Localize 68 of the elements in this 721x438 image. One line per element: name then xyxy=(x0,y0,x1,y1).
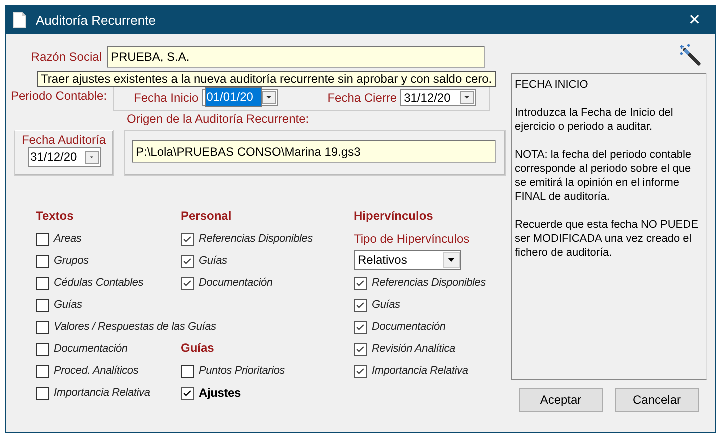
checkbox-label: Documentación xyxy=(372,321,446,333)
checkbox-label: Ajustes xyxy=(199,386,241,400)
field-label: Razón Social xyxy=(30,50,103,64)
checkbox[interactable] xyxy=(181,386,194,400)
checkbox[interactable] xyxy=(36,254,49,268)
checkbox[interactable] xyxy=(354,298,367,312)
field-label: Origen de la Auditoría Recurrente: xyxy=(126,112,310,128)
checkbox[interactable] xyxy=(36,342,49,356)
document-icon xyxy=(13,12,26,28)
checkbox-label: Guías xyxy=(199,255,228,267)
checkbox-label: Referencias Disponibles xyxy=(199,233,314,245)
checkbox[interactable] xyxy=(181,254,194,268)
checkbox-label: Importancia Relativa xyxy=(372,365,468,377)
dropdown-icon xyxy=(460,91,474,104)
checkbox[interactable] xyxy=(36,386,49,400)
checkbox-label: Proced. Analíticos xyxy=(54,365,139,377)
checkbox-label: Areas xyxy=(54,233,82,245)
checkbox[interactable] xyxy=(36,232,49,246)
checkbox-label: Revisión Analítica xyxy=(372,343,456,355)
checkbox[interactable] xyxy=(181,232,194,246)
checkbox[interactable] xyxy=(36,320,49,334)
checkbox-label: Documentación xyxy=(199,277,273,289)
date-field[interactable]: 31/12/20 xyxy=(28,147,100,167)
field-label: Fecha Cierre xyxy=(328,90,398,104)
checkbox-label: Referencias Disponibles xyxy=(372,277,486,289)
help-text: Introduzca la Fecha de Inicio del ejercicio o periodo a auditar. xyxy=(515,106,674,134)
field-label: Tipo de Hipervínculos xyxy=(354,231,471,248)
checkbox[interactable] xyxy=(36,298,49,312)
checkbox[interactable] xyxy=(36,276,49,290)
dropdown-icon xyxy=(262,91,276,104)
checkbox-label: Puntos Prioritarios xyxy=(199,365,286,377)
checkbox[interactable] xyxy=(36,364,49,378)
checkbox[interactable] xyxy=(181,276,194,290)
checkbox[interactable] xyxy=(354,276,367,290)
window-title: Auditoría Recurrente xyxy=(36,12,157,28)
field-label: Fecha Inicio xyxy=(134,90,199,104)
dropdown[interactable]: Relativos xyxy=(354,250,461,270)
field-label: Fecha Auditoría xyxy=(22,133,106,147)
checkbox[interactable] xyxy=(181,364,194,378)
checkbox-label: Documentación xyxy=(54,343,128,355)
accept-button[interactable]: Aceptar xyxy=(519,388,603,412)
checkbox[interactable] xyxy=(354,320,367,334)
close-button[interactable]: ✕ xyxy=(683,11,707,29)
checkbox-label: Cédulas Contables xyxy=(54,277,144,289)
input-field[interactable]: PRUEBA, S.A. xyxy=(107,46,485,68)
checkbox[interactable] xyxy=(354,342,367,356)
group-heading: Personal xyxy=(181,208,233,225)
checkbox[interactable] xyxy=(354,364,367,378)
checkbox-label: Guías xyxy=(372,299,400,311)
checkbox-label: Importancia Relativa xyxy=(54,387,150,399)
date-field[interactable]: 01/01/20 xyxy=(202,89,278,106)
checkbox-label: Valores / Respuestas de las Guías xyxy=(54,321,216,333)
checkbox-label: Guías xyxy=(54,299,82,311)
help-text: NOTA: la fecha del periodo contable corresponde al periodo sobre el que se emitirá la opinión en el informe FINAL de auditoría. xyxy=(515,148,693,204)
group-heading: Textos xyxy=(36,208,75,225)
tooltip: Traer ajustes existentes a la nueva auditoría recurrente sin aprobar y con saldo cero. xyxy=(37,71,496,87)
field-label: Periodo Contable: xyxy=(10,89,108,105)
help-text: Recuerde que esta fecha NO PUEDE ser MODIFICADA una vez creado el fichero de auditoría. xyxy=(515,218,700,260)
checkbox-label: Grupos xyxy=(54,255,89,267)
input-field[interactable]: P:\Lola\PRUEBAS CONSO\Marina 19.gs3 xyxy=(132,140,496,163)
date-field[interactable]: 31/12/20 xyxy=(400,89,476,106)
dropdown-icon xyxy=(443,252,460,268)
help-text: FECHA INICIO xyxy=(515,78,590,92)
group-heading: Hipervínculos xyxy=(354,208,434,225)
group-heading: Guías xyxy=(181,340,216,357)
magic-wand-icon xyxy=(679,44,703,66)
dropdown-icon xyxy=(84,150,98,164)
cancel-button[interactable]: Cancelar xyxy=(615,388,699,412)
